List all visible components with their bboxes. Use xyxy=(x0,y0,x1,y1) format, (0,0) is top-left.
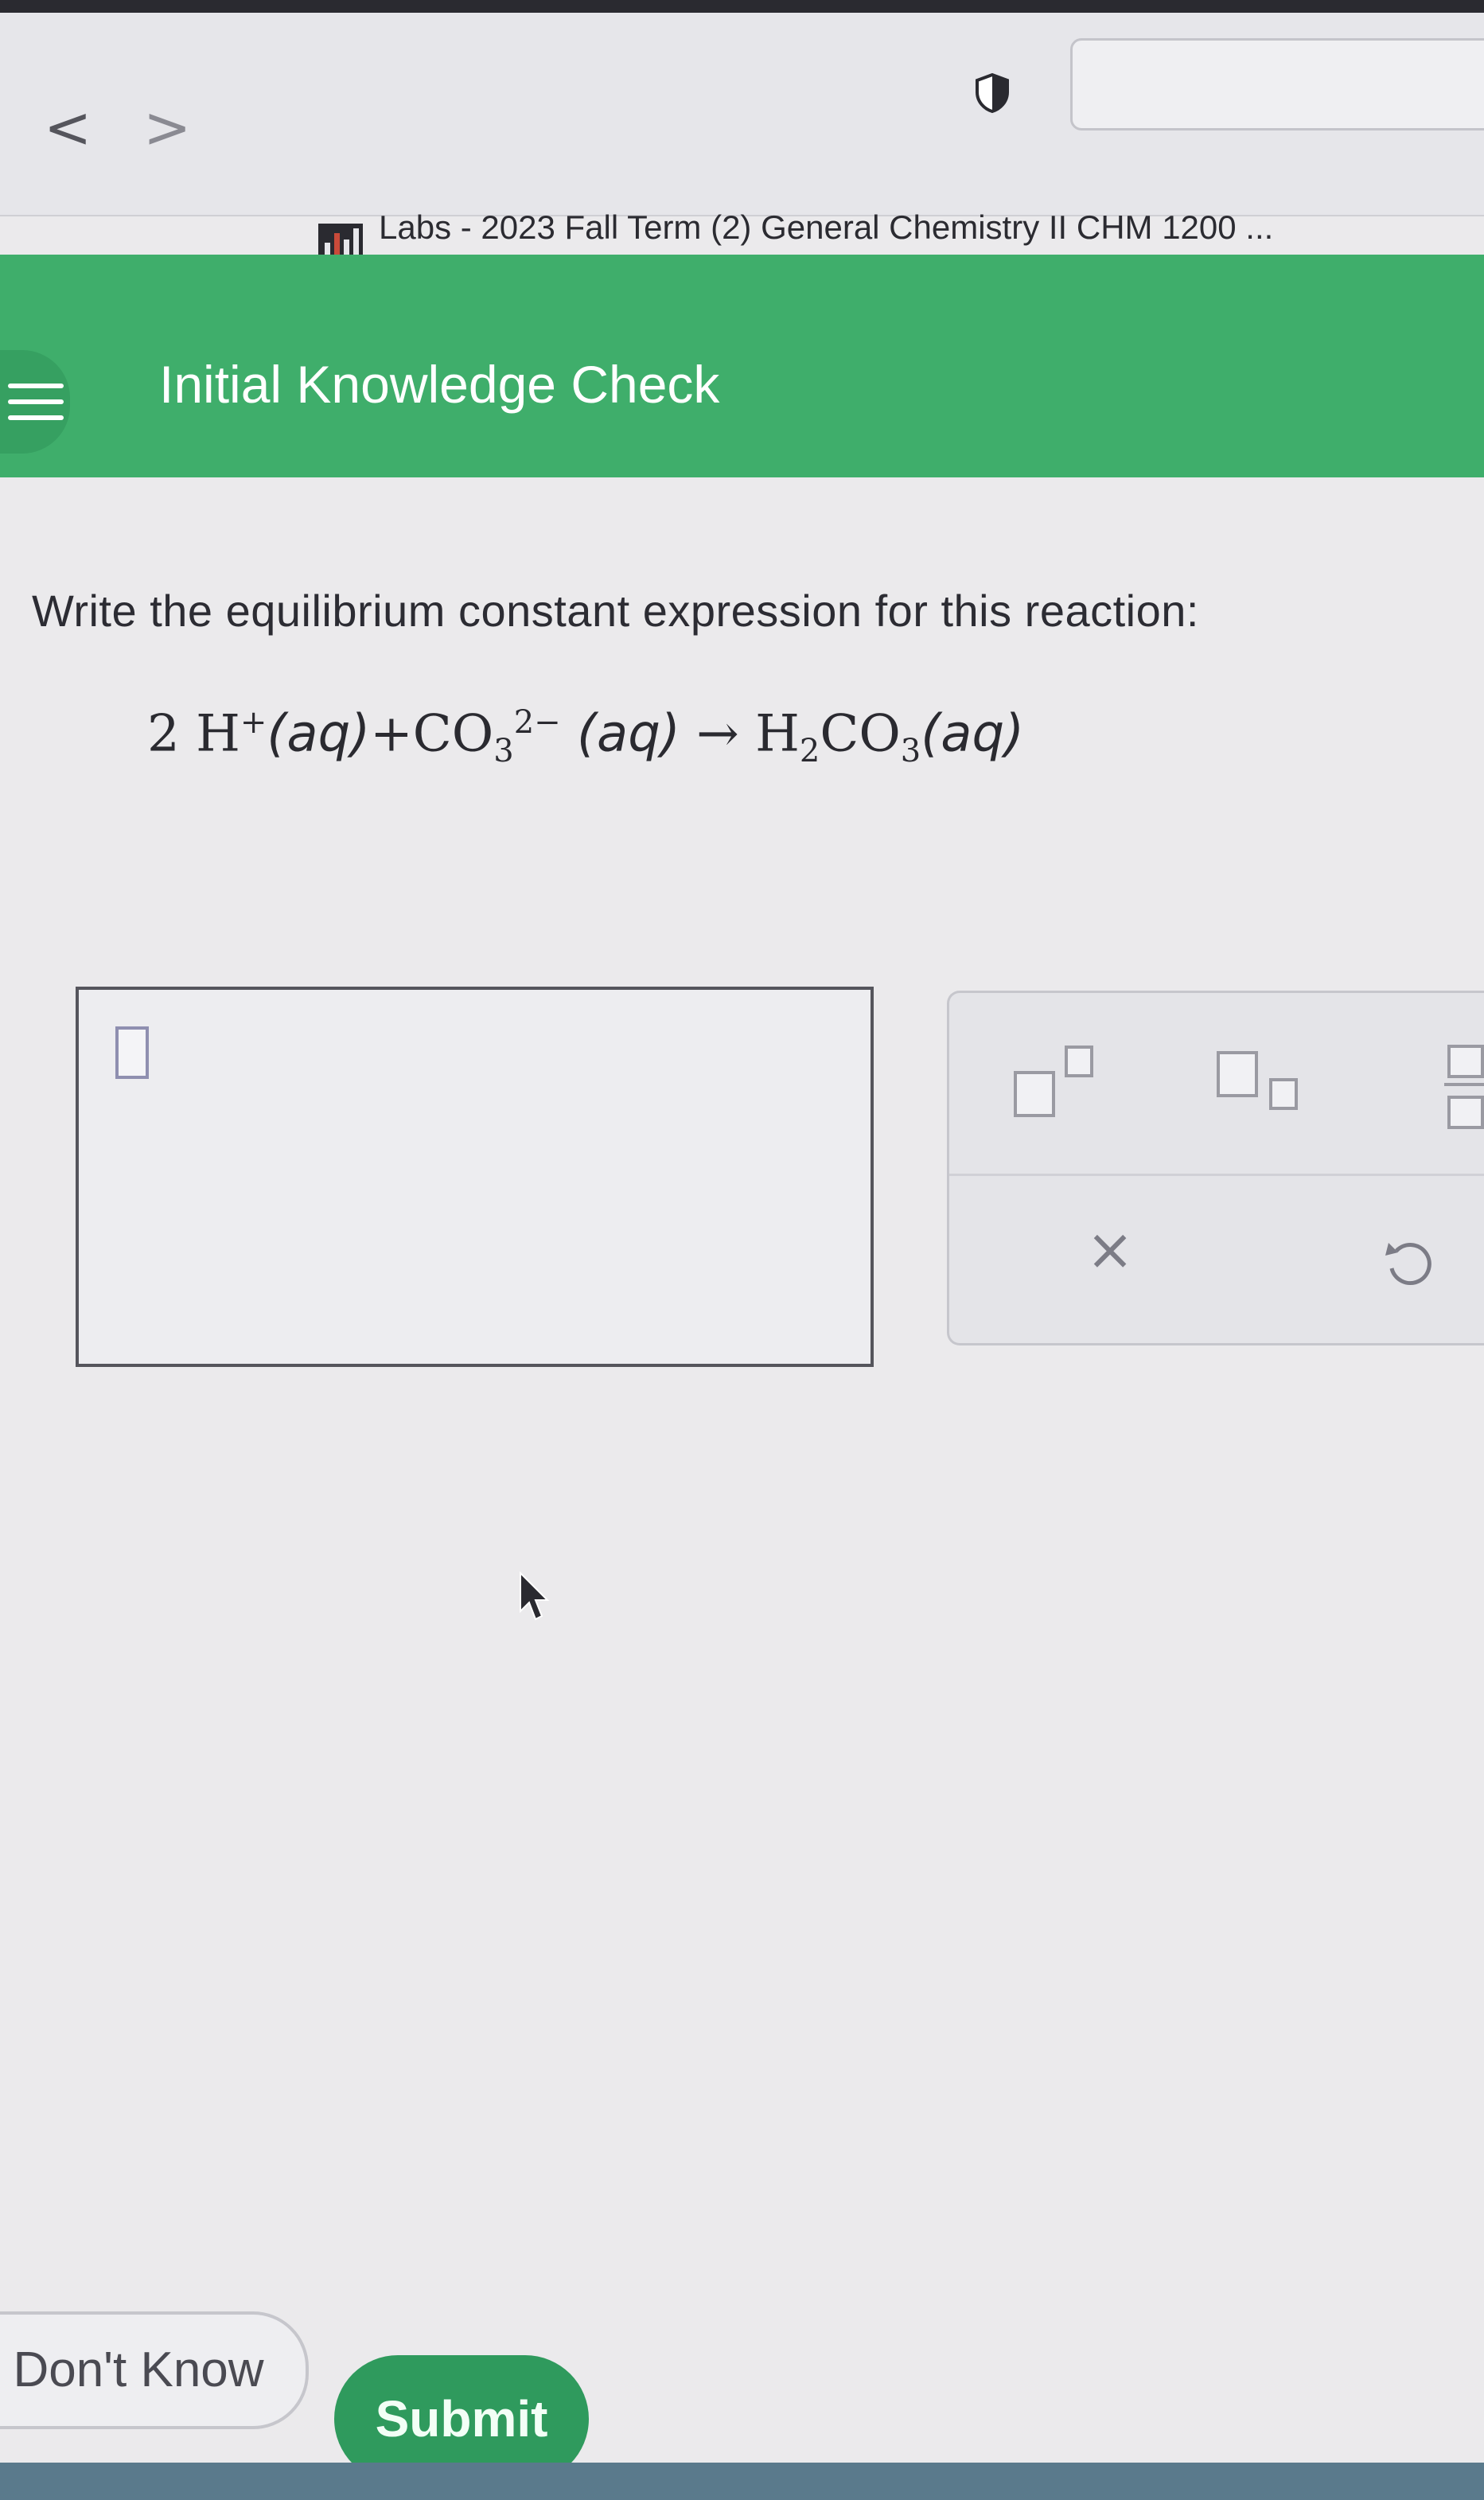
eq-hydrogen-ion: H xyxy=(196,704,240,764)
clear-button[interactable]: × xyxy=(1078,1217,1142,1281)
eq-product-h: H xyxy=(755,704,800,764)
eq-plus: + xyxy=(370,704,413,764)
toolbar-edge xyxy=(0,0,1484,13)
shield-icon[interactable] xyxy=(975,73,1010,113)
tab-title[interactable]: Labs - 2023 Fall Term (2) General Chemis… xyxy=(379,208,1273,247)
eq-state-3: (aq) xyxy=(921,704,1025,764)
page-title: Initial Knowledge Check xyxy=(159,355,720,414)
reaction-equation: 2 H+(aq)+CO32− (aq) → H2CO3(aq) xyxy=(147,704,1024,769)
fraction-button[interactable] xyxy=(1444,1038,1484,1134)
address-bar[interactable] xyxy=(1070,38,1484,130)
eq-carbonate: CO xyxy=(412,704,494,764)
undo-icon[interactable] xyxy=(1381,1233,1436,1289)
question-prompt: Write the equilibrium constant expressio… xyxy=(32,586,1199,636)
dont-know-button[interactable]: Don't Know xyxy=(0,2311,309,2429)
eq-product-co: CO xyxy=(820,704,901,764)
eq-carbonate-charge: 2− xyxy=(513,704,561,741)
answer-input[interactable] xyxy=(76,987,874,1367)
mouse-pointer-icon xyxy=(520,1571,550,1621)
eq-hydrogen-charge: + xyxy=(240,704,267,741)
eq-arrow: → xyxy=(696,704,739,764)
answer-placeholder-box[interactable] xyxy=(115,1026,149,1079)
subscript-button[interactable] xyxy=(1213,1046,1317,1126)
screen-bottom-edge xyxy=(0,2463,1484,2500)
back-icon[interactable]: < xyxy=(44,95,92,159)
eq-product-co-sub: 3 xyxy=(900,733,921,770)
eq-carbonate-sub: 3 xyxy=(493,733,514,770)
forward-icon[interactable]: > xyxy=(143,95,191,159)
eq-state-1: (aq) xyxy=(267,704,371,764)
toolbar-divider xyxy=(949,1174,1484,1176)
eq-state-2: (aq) xyxy=(577,704,680,764)
superscript-button[interactable] xyxy=(1011,1042,1106,1122)
eq-product-h-sub: 2 xyxy=(799,733,820,770)
eq-coefficient: 2 xyxy=(147,704,180,764)
